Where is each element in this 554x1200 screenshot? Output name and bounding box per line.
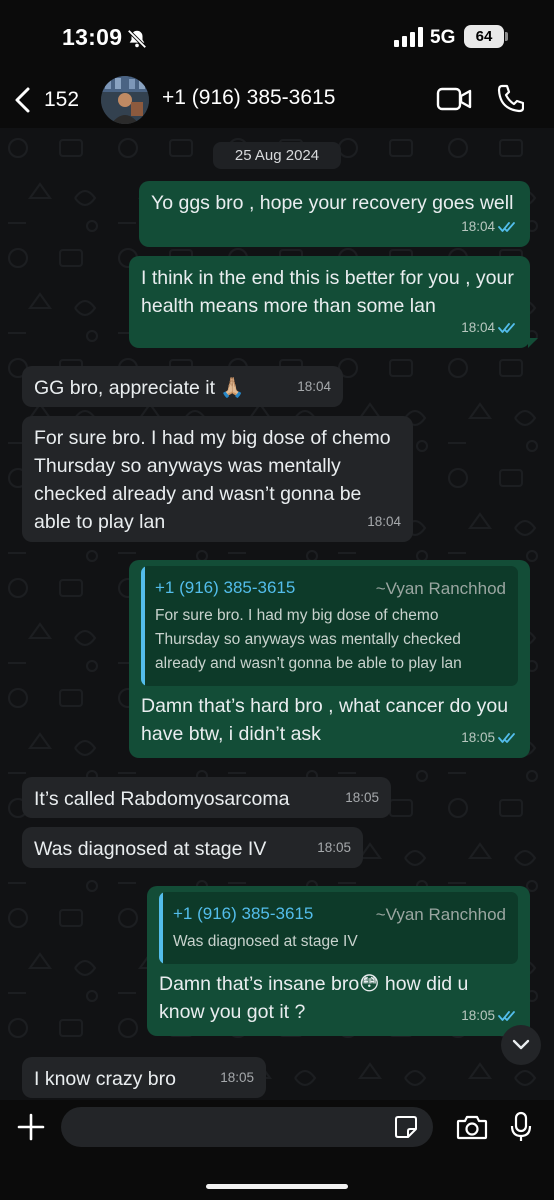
message-meta: 18:05: [317, 834, 351, 862]
message-meta: 18:05: [461, 1002, 518, 1030]
quote-sender-name: ~Vyan Ranchhod: [375, 905, 506, 924]
unread-count: 152: [44, 88, 80, 111]
chat-header: 152 +1 (916) 385-3615: [0, 72, 554, 128]
video-call-icon[interactable]: [436, 85, 472, 113]
phone-icon[interactable]: [496, 83, 524, 113]
read-ticks-icon: [498, 222, 515, 232]
message-time: 18:04: [461, 219, 495, 234]
message-incoming[interactable]: For sure bro. I had my big dose of chemo…: [22, 416, 413, 542]
camera-icon[interactable]: [456, 1114, 488, 1140]
message-incoming[interactable]: I know crazy bro 18:05: [22, 1057, 266, 1098]
message-text: GG bro, appreciate it 🙏🏼: [34, 377, 245, 399]
sticker-icon[interactable]: [394, 1115, 418, 1139]
message-time: 18:05: [317, 840, 351, 855]
microphone-icon[interactable]: [510, 1111, 532, 1143]
bell-slash-icon: [127, 29, 147, 49]
message-time: 18:04: [461, 320, 495, 335]
message-outgoing-reply[interactable]: +1 (916) 385-3615 ~Vyan Ranchhod For sur…: [129, 560, 530, 758]
message-time: 18:05: [220, 1070, 254, 1085]
message-time: 18:05: [345, 790, 379, 805]
back-button[interactable]: 152: [12, 80, 79, 120]
message-time: 18:05: [461, 730, 495, 745]
message-time: 18:05: [461, 1008, 495, 1023]
message-incoming[interactable]: Was diagnosed at stage IV 18:05: [22, 827, 363, 868]
message-time: 18:04: [367, 514, 401, 529]
quoted-message[interactable]: +1 (916) 385-3615 ~Vyan Ranchhod For sur…: [141, 566, 518, 686]
message-meta: 18:05: [220, 1064, 254, 1092]
message-time: 18:04: [297, 379, 331, 394]
quote-accent-bar: [141, 566, 145, 686]
network-type: 5G: [430, 27, 456, 48]
status-bar: 13:09 5G 64: [0, 0, 554, 72]
signal-bars-icon: [394, 27, 423, 47]
avatar[interactable]: [101, 76, 149, 124]
quote-accent-bar: [159, 892, 163, 964]
quoted-message[interactable]: +1 (916) 385-3615 ~Vyan Ranchhod Was dia…: [159, 892, 518, 964]
battery-indicator: 64: [464, 25, 504, 48]
message-meta: 18:04: [367, 508, 401, 536]
message-text: It’s called Rabdomyosarcoma: [34, 788, 290, 810]
quote-text: Was diagnosed at stage IV: [173, 933, 358, 950]
message-meta: 18:04: [297, 373, 331, 401]
message-meta: 18:04: [461, 314, 518, 342]
chevron-down-icon: [512, 1039, 530, 1050]
message-meta: 18:05: [461, 724, 518, 752]
home-indicator: [206, 1184, 348, 1189]
message-text: For sure bro. I had my big dose of chemo…: [34, 427, 391, 533]
chat-area[interactable]: 25 Aug 2024 Yo ggs bro , hope your recov…: [0, 128, 554, 1100]
read-ticks-icon: [498, 1011, 515, 1021]
bubble-tail: [528, 338, 538, 348]
read-ticks-icon: [498, 323, 515, 333]
contact-name[interactable]: +1 (916) 385-3615: [162, 86, 335, 110]
message-outgoing[interactable]: I think in the end this is better for yo…: [129, 256, 530, 348]
message-input-bar: [0, 1100, 554, 1200]
status-time: 13:09: [62, 24, 123, 50]
message-outgoing-reply[interactable]: +1 (916) 385-3615 ~Vyan Ranchhod Was dia…: [147, 886, 530, 1036]
date-divider: 25 Aug 2024: [213, 142, 341, 169]
chevron-left-icon: [15, 87, 30, 113]
message-meta: 18:05: [345, 784, 379, 812]
read-ticks-icon: [498, 733, 515, 743]
scroll-to-bottom-button[interactable]: [501, 1025, 541, 1065]
message-text: I think in the end this is better for yo…: [141, 267, 514, 317]
message-incoming[interactable]: It’s called Rabdomyosarcoma 18:05: [22, 777, 391, 818]
message-text: Was diagnosed at stage IV: [34, 838, 267, 860]
quote-text: For sure bro. I had my big dose of chemo…: [155, 607, 462, 672]
message-incoming[interactable]: GG bro, appreciate it 🙏🏼 18:04: [22, 366, 343, 407]
message-outgoing[interactable]: Yo ggs bro , hope your recovery goes wel…: [139, 181, 530, 247]
message-input[interactable]: [61, 1107, 433, 1147]
plus-icon[interactable]: [16, 1112, 46, 1142]
message-meta: 18:04: [461, 213, 518, 241]
battery-tip: [505, 32, 508, 41]
quote-sender-name: ~Vyan Ranchhod: [375, 579, 506, 598]
